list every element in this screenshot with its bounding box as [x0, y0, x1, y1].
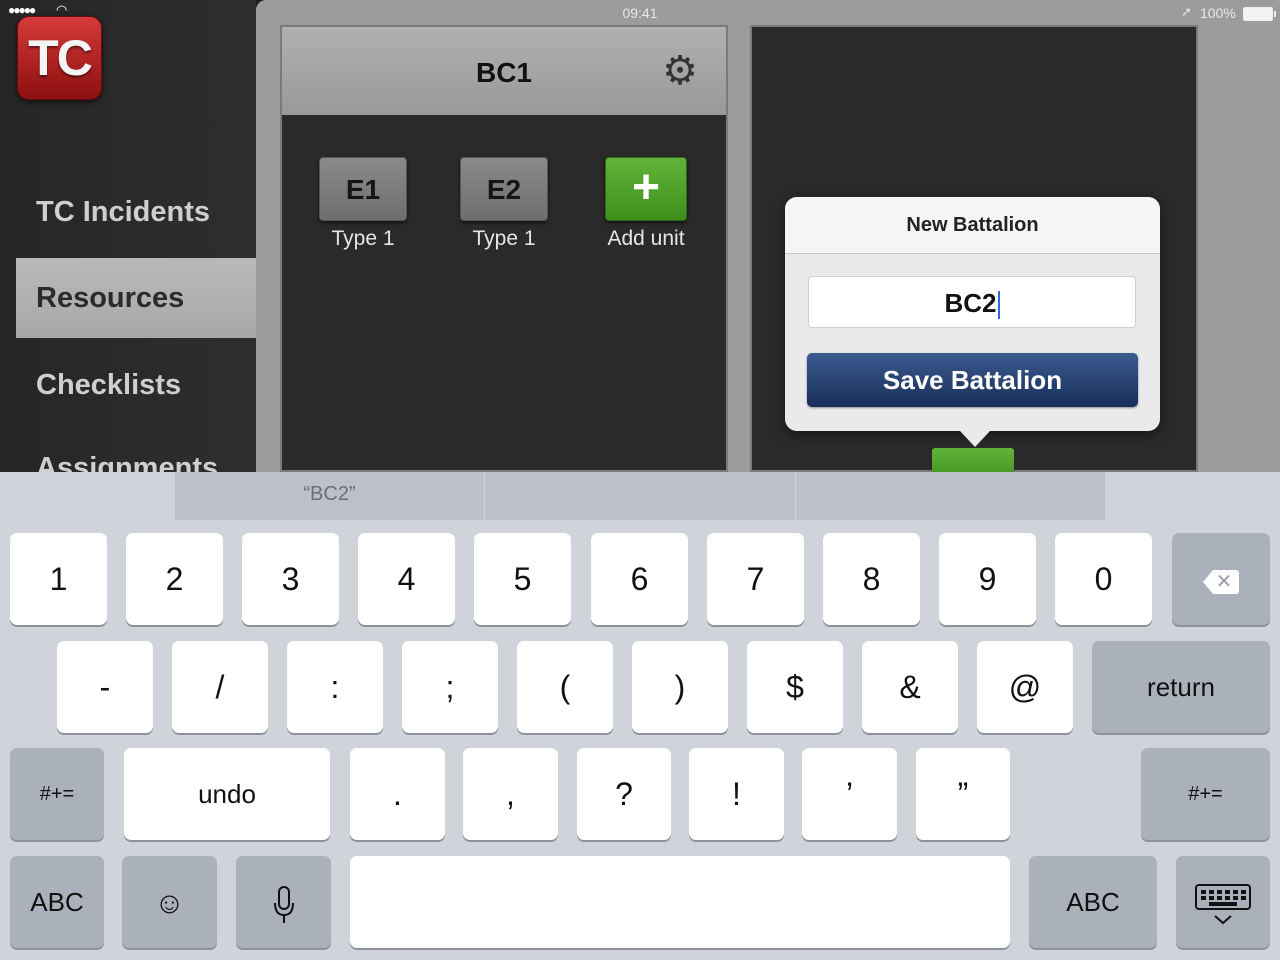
- key-slash[interactable]: /: [172, 641, 268, 733]
- new-battalion-popover: New Battalion BC2 Save Battalion: [785, 197, 1160, 431]
- unit-type-label: Type 1: [472, 227, 536, 250]
- key-7[interactable]: 7: [707, 533, 804, 625]
- key-period[interactable]: .: [350, 748, 445, 840]
- abc-key-left[interactable]: ABC: [10, 856, 104, 948]
- sidebar-item-resources[interactable]: Resources: [16, 258, 256, 338]
- key-0[interactable]: 0: [1055, 533, 1152, 625]
- key-hyphen[interactable]: -: [57, 641, 153, 733]
- signal-strength: ●●●●●: [8, 3, 36, 17]
- backspace-key[interactable]: ✕: [1172, 533, 1270, 625]
- key-close-paren[interactable]: ): [632, 641, 728, 733]
- unit-type-label: Type 1: [331, 227, 395, 250]
- sidebar-item-tc-incidents[interactable]: TC Incidents: [16, 172, 256, 252]
- microphone-icon: [273, 885, 294, 923]
- battalion-panel-header: BC1 ⚙: [282, 27, 726, 115]
- key-1[interactable]: 1: [10, 533, 107, 625]
- gear-icon[interactable]: ⚙: [660, 51, 700, 91]
- key-more-symbols-right[interactable]: #+=: [1141, 748, 1270, 840]
- key-exclamation[interactable]: !: [689, 748, 784, 840]
- unit-e1[interactable]: E1 Type 1: [318, 157, 408, 251]
- keyboard: “BC2” 1 2 3 4 5 6 7 8 9 0 ✕ - / : ; ( ) …: [0, 472, 1280, 960]
- dictation-key[interactable]: [236, 856, 331, 948]
- key-5[interactable]: 5: [474, 533, 571, 625]
- key-apostrophe[interactable]: ’: [802, 748, 897, 840]
- add-unit-label: Add unit: [607, 227, 685, 250]
- battalion-name-value: BC2: [944, 288, 997, 318]
- wifi-icon: ◠: [56, 2, 68, 17]
- suggestion-bar: “BC2”: [175, 472, 1105, 520]
- key-4[interactable]: 4: [358, 533, 455, 625]
- popover-title: New Battalion: [785, 197, 1160, 254]
- key-2[interactable]: 2: [126, 533, 223, 625]
- app-logo: TC: [17, 16, 102, 100]
- key-3[interactable]: 3: [242, 533, 339, 625]
- save-battalion-button[interactable]: Save Battalion: [807, 353, 1138, 407]
- sidebar: TC TC Incidents Resources Checklists Ass…: [0, 0, 256, 472]
- unit-e2[interactable]: E2 Type 1: [459, 157, 549, 251]
- battalion-panel: BC1 ⚙ E1 Type 1 E2 Type 1 + Add unit: [280, 25, 728, 472]
- add-battalion-button[interactable]: [932, 448, 1014, 472]
- key-quote[interactable]: ”: [916, 748, 1010, 840]
- battery-percentage: 100%: [1200, 5, 1236, 21]
- key-colon[interactable]: :: [287, 641, 383, 733]
- battalion-name-input[interactable]: BC2: [808, 276, 1136, 328]
- suggestion-1[interactable]: “BC2”: [175, 472, 485, 520]
- status-bar: ●●●●● ◠ 09:41 ➚ 100%: [0, 0, 1280, 26]
- key-comma[interactable]: ,: [463, 748, 558, 840]
- key-ampersand[interactable]: &: [862, 641, 958, 733]
- key-8[interactable]: 8: [823, 533, 920, 625]
- add-unit[interactable]: + Add unit: [600, 157, 692, 251]
- key-more-symbols-left[interactable]: #+=: [10, 748, 104, 840]
- undo-key[interactable]: undo: [124, 748, 330, 840]
- key-semicolon[interactable]: ;: [402, 641, 498, 733]
- unit-button[interactable]: E2: [460, 157, 548, 221]
- app-logo-text: TC: [28, 30, 93, 86]
- hide-keyboard-key[interactable]: [1176, 856, 1270, 948]
- key-open-paren[interactable]: (: [517, 641, 613, 733]
- return-key[interactable]: return: [1092, 641, 1270, 733]
- text-cursor: [997, 291, 1000, 320]
- key-at[interactable]: @: [977, 641, 1073, 733]
- key-6[interactable]: 6: [591, 533, 688, 625]
- key-question[interactable]: ?: [577, 748, 671, 840]
- key-dollar[interactable]: $: [747, 641, 843, 733]
- abc-key-right[interactable]: ABC: [1029, 856, 1157, 948]
- battery-icon: [1243, 7, 1276, 21]
- location-icon: ➚: [1181, 4, 1192, 19]
- backspace-icon: ✕: [1203, 570, 1239, 594]
- emoji-icon: ☺: [154, 887, 185, 920]
- suggestion-3[interactable]: [796, 472, 1105, 520]
- popover-arrow: [960, 431, 990, 447]
- sidebar-item-assignments[interactable]: Assignments: [16, 430, 256, 472]
- key-9[interactable]: 9: [939, 533, 1036, 625]
- keyboard-hide-icon: [1195, 883, 1251, 924]
- status-time: 09:41: [622, 5, 658, 21]
- suggestion-2[interactable]: [485, 472, 796, 520]
- emoji-key[interactable]: ☺: [122, 856, 217, 948]
- add-unit-button[interactable]: +: [605, 157, 687, 221]
- sidebar-item-checklists[interactable]: Checklists: [16, 345, 256, 425]
- space-key[interactable]: [350, 856, 1010, 948]
- unit-button[interactable]: E1: [319, 157, 407, 221]
